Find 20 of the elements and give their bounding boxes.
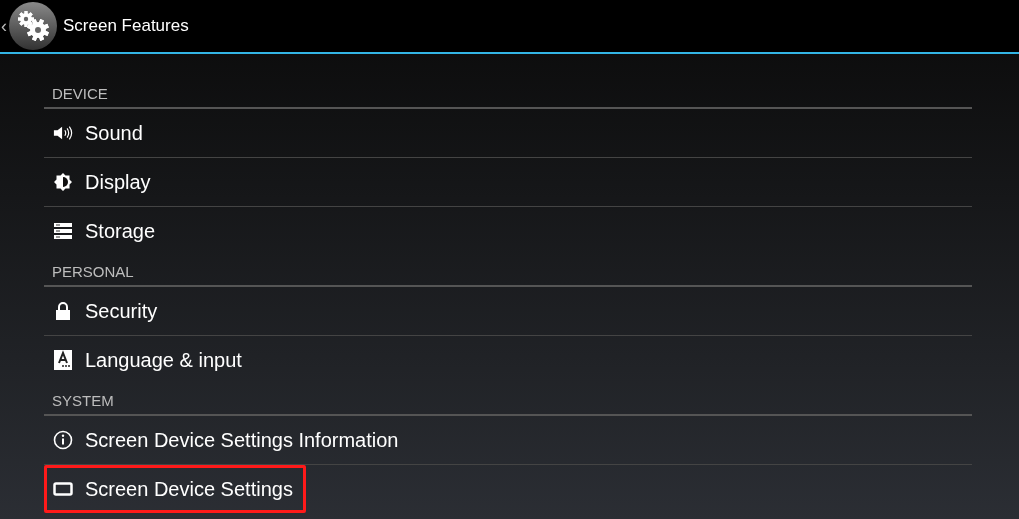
settings-item[interactable]: Language & input (44, 336, 972, 384)
lock-icon (55, 302, 71, 320)
info-icon (53, 430, 73, 450)
header-title: Screen Features (63, 15, 189, 38)
settings-item[interactable]: Storage (44, 207, 972, 255)
keyboard-letter-icon (54, 350, 72, 370)
screen-icon (53, 482, 73, 496)
section-header: SYSTEM (52, 390, 114, 411)
section-header: DEVICE (52, 83, 108, 104)
gears-icon[interactable] (9, 2, 57, 50)
back-glyph[interactable]: ‹ (1, 17, 9, 35)
settings-item[interactable]: Display (44, 158, 972, 206)
settings-item[interactable]: Screen Device Settings Information (44, 416, 972, 464)
brightness-icon (53, 172, 73, 192)
speaker-icon (53, 124, 73, 142)
storage-icon (54, 223, 72, 239)
settings-item[interactable]: Security (44, 287, 972, 335)
settings-item[interactable]: Screen Device Settings (44, 465, 306, 513)
section-header: PERSONAL (52, 261, 134, 282)
settings-item[interactable]: Sound (44, 109, 972, 157)
